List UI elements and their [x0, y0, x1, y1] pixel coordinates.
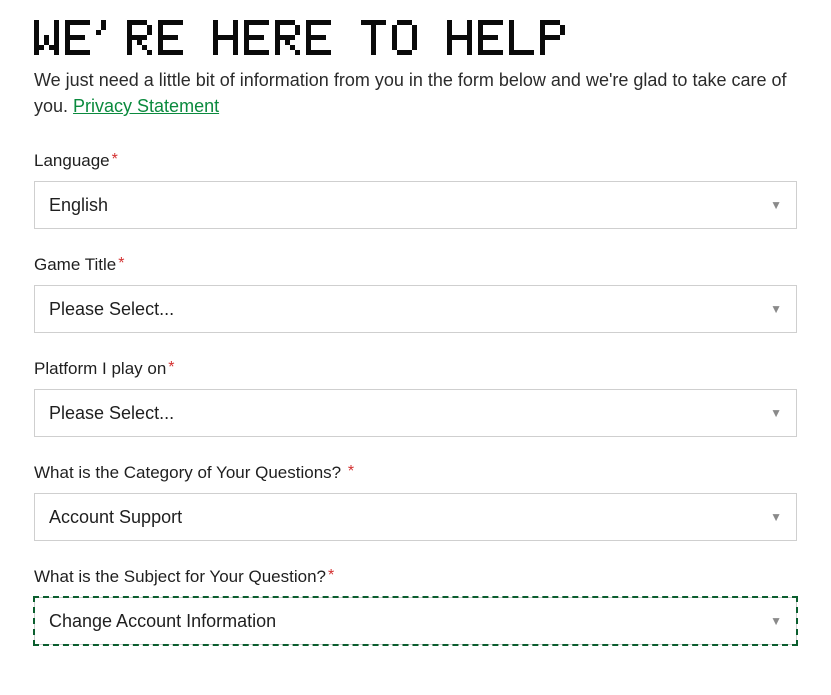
chevron-down-icon: ▼ — [770, 198, 782, 212]
category-label: What is the Category of Your Questions? … — [34, 463, 797, 483]
language-label: Language* — [34, 151, 797, 171]
platform-label: Platform I play on* — [34, 359, 797, 379]
category-value: Account Support — [49, 507, 182, 528]
platform-value: Please Select... — [49, 403, 174, 424]
field-category: What is the Category of Your Questions? … — [34, 463, 797, 541]
required-marker: * — [168, 359, 174, 376]
required-marker: * — [118, 255, 124, 272]
field-game-title: Game Title* Please Select... ▼ — [34, 255, 797, 333]
game-title-label-text: Game Title — [34, 255, 116, 274]
chevron-down-icon: ▼ — [770, 302, 782, 316]
game-title-select[interactable]: Please Select... ▼ — [34, 285, 797, 333]
chevron-down-icon: ▼ — [770, 510, 782, 524]
subject-label-text: What is the Subject for Your Question? — [34, 567, 326, 586]
subject-select[interactable]: Change Account Information ▼ — [34, 597, 797, 645]
required-marker: * — [348, 463, 354, 480]
category-select[interactable]: Account Support ▼ — [34, 493, 797, 541]
subject-label: What is the Subject for Your Question?* — [34, 567, 797, 587]
platform-label-text: Platform I play on — [34, 359, 166, 378]
privacy-link[interactable]: Privacy Statement — [73, 96, 219, 116]
language-select[interactable]: English ▼ — [34, 181, 797, 229]
field-platform: Platform I play on* Please Select... ▼ — [34, 359, 797, 437]
chevron-down-icon: ▼ — [770, 614, 782, 628]
intro-text: We just need a little bit of information… — [34, 67, 797, 119]
game-title-value: Please Select... — [49, 299, 174, 320]
game-title-label: Game Title* — [34, 255, 797, 275]
language-label-text: Language — [34, 151, 110, 170]
language-value: English — [49, 195, 108, 216]
required-marker: * — [328, 567, 334, 584]
subject-value: Change Account Information — [49, 611, 276, 632]
field-language: Language* English ▼ — [34, 151, 797, 229]
category-label-text: What is the Category of Your Questions? — [34, 463, 346, 482]
chevron-down-icon: ▼ — [770, 406, 782, 420]
page-title — [34, 20, 797, 55]
field-subject: What is the Subject for Your Question?* … — [34, 567, 797, 645]
platform-select[interactable]: Please Select... ▼ — [34, 389, 797, 437]
required-marker: * — [112, 151, 118, 168]
